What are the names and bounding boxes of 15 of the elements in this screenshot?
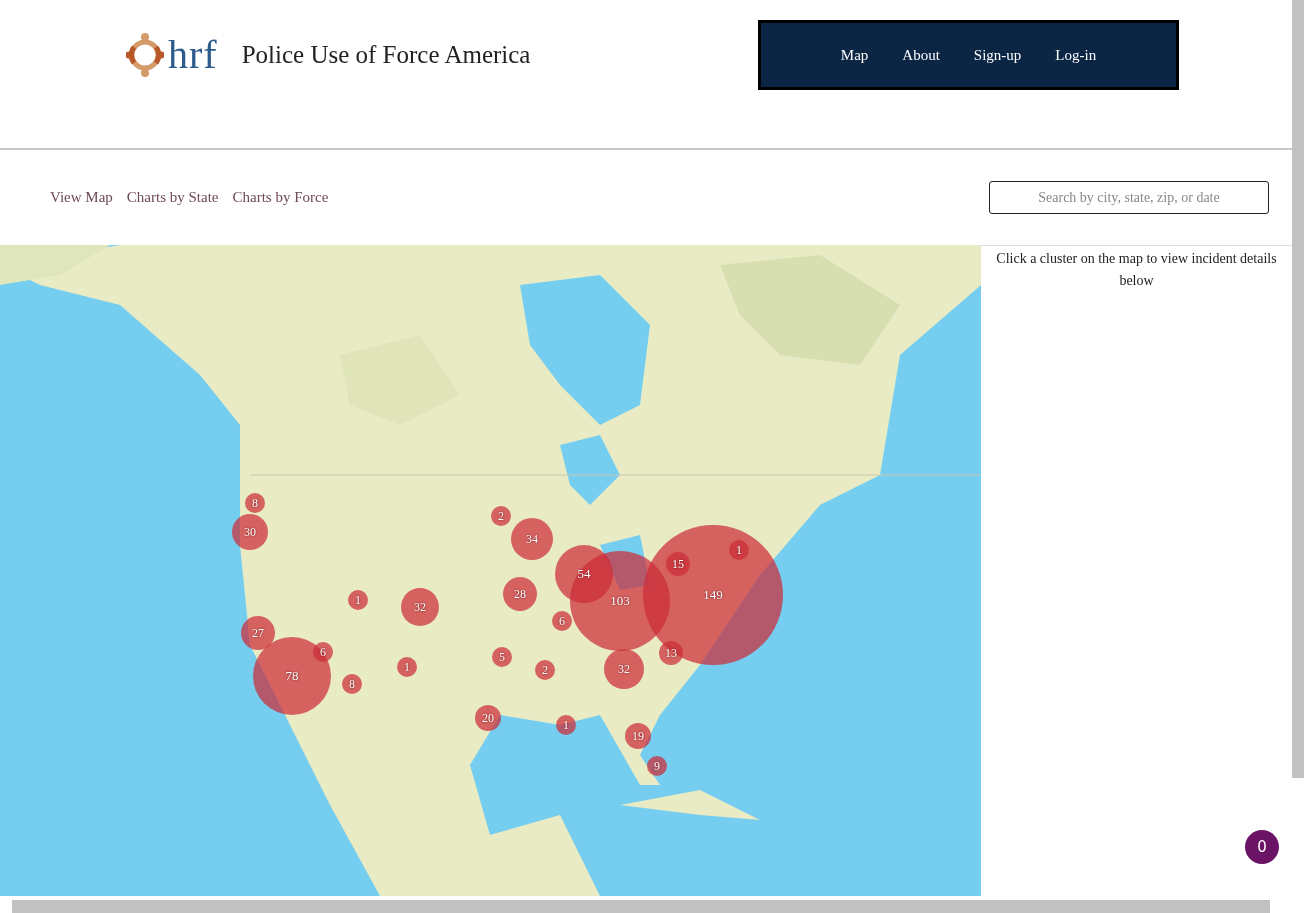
count-badge[interactable]: 0 (1245, 830, 1279, 864)
scrollbar[interactable] (1292, 0, 1304, 778)
search-field[interactable]: Search by city, state, zip, or date (989, 181, 1269, 214)
logo-text: hrf (168, 35, 218, 75)
page-link[interactable]: Charts by State (126, 189, 219, 206)
page-link[interactable]: View Map (50, 189, 113, 206)
logo-icon (126, 30, 164, 80)
site-title: Police Use of Force America (241, 41, 531, 69)
nav-link[interactable]: Map (827, 40, 882, 70)
details-hint: Click a cluster on the map to view incident details below (995, 250, 1278, 290)
page-link[interactable]: Charts by Force (232, 189, 329, 206)
nav-link[interactable]: Sign-up (960, 40, 1035, 70)
nav-link[interactable]: About (889, 40, 953, 70)
scrollbar[interactable] (12, 900, 1270, 913)
nav-link[interactable]: Log-in (1042, 40, 1110, 70)
